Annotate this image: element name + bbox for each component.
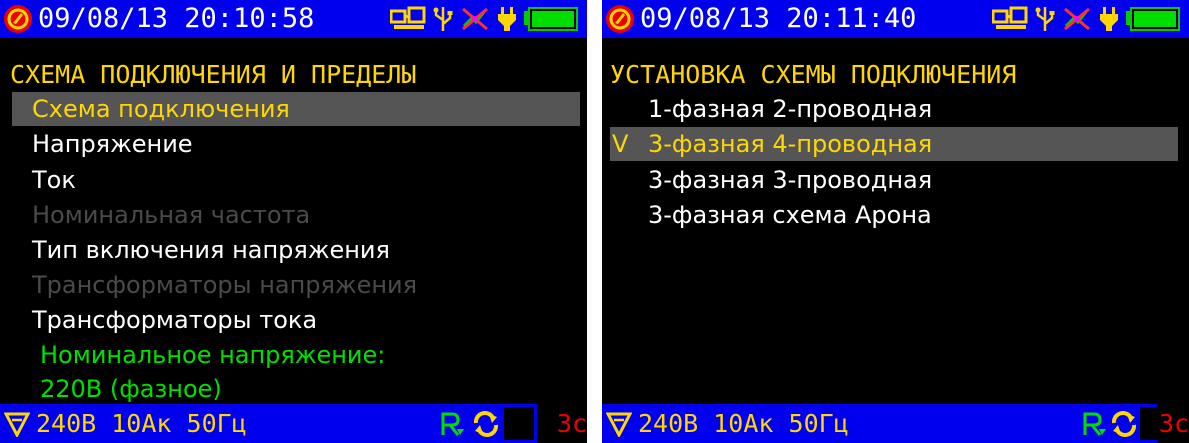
page-title: СХЕМА ПОДКЛЮЧЕНИЯ И ПРЕДЕЛЫ [10,60,417,89]
status-bar: 09/08/13 20:10:58 [0,0,587,38]
refresh-icon [473,411,499,437]
usb-icon [1035,7,1055,31]
menu-item-label: Схема подключения [32,95,290,123]
menu-item-label: Трансформаторы напряжения [32,271,418,299]
usb-icon [433,7,453,31]
menu-item-current-transformers[interactable]: Трансформаторы тока [12,303,580,337]
logo-icon [606,5,634,33]
nominal-voltage-value: 220В (фазное) [40,375,222,403]
status-indicator [504,407,534,440]
menu-item-current[interactable]: Ток [12,163,580,197]
check-mark: V [612,130,629,158]
right-screen: 09/08/13 20:11:40 УСТАНОВКА СХЕМЫ ПОДКЛЮ… [602,0,1189,443]
nominal-voltage-label: Номинальное напряжение: [40,341,386,369]
menu-item-voltage-connection-type[interactable]: Тип включения напряжения [12,233,580,267]
menu-item-label: Ток [32,166,76,194]
battery-icon [524,7,578,31]
option-3-phase-3-wire[interactable]: 3-фазная 3-проводная [610,163,1178,197]
network-icon [992,6,1028,29]
option-1-phase-2-wire[interactable]: 1-фазная 2-проводная [610,92,1178,126]
datetime: 09/08/13 20:10:58 [38,3,315,34]
option-label: 1-фазная 2-проводная [648,95,933,123]
menu-item-label: Тип включения напряжения [32,236,390,264]
filter-icon [606,412,632,437]
recording-icon [441,412,464,436]
bottom-bar: 240В 10Ак 50Гц 3с [602,404,1189,443]
menu-item-label: Напряжение [32,130,193,158]
logo-icon [4,5,32,33]
measurements: 240В 10Ак 50Гц [36,409,247,438]
gps-off-icon [1064,7,1090,31]
network-icon [390,6,426,29]
recording-icon [1083,412,1106,436]
bottom-bar: 240В 10Ак 50Гц 3с [0,404,587,443]
datetime: 09/08/13 20:11:40 [640,3,917,34]
filter-icon [4,412,30,437]
refresh-icon [1111,411,1137,437]
option-label: 3-фазная схема Арона [648,201,932,229]
menu-item-label: Номинальная частота [32,201,311,229]
menu-item-voltage[interactable]: Напряжение [12,127,580,161]
battery-icon [1126,7,1180,31]
gps-off-icon [462,7,488,31]
page-title: УСТАНОВКА СХЕМЫ ПОДКЛЮЧЕНИЯ [610,60,1017,89]
option-3-phase-aron[interactable]: 3-фазная схема Арона [610,198,1178,232]
menu-item-nominal-frequency: Номинальная частота [12,198,580,232]
option-label: 3-фазная 3-проводная [648,166,933,194]
power-plug-icon [498,7,516,31]
option-3-phase-4-wire[interactable]: V 3-фазная 4-проводная [610,127,1178,161]
menu-item-connection-scheme[interactable]: Схема подключения [12,92,580,126]
status-bar: 09/08/13 20:11:40 [602,0,1189,38]
left-screen: 09/08/13 20:10:58 СХЕМА ПОДКЛЮЧЕНИЯ И ПР… [0,0,587,443]
menu-item-label: Трансформаторы тока [32,306,318,334]
timer: 3с [537,404,587,443]
power-plug-icon [1100,7,1118,31]
timer: 3с [1157,404,1189,443]
option-label: 3-фазная 4-проводная [648,130,933,158]
menu-item-voltage-transformers: Трансформаторы напряжения [12,268,580,302]
measurements: 240В 10Ак 50Гц [638,409,849,438]
